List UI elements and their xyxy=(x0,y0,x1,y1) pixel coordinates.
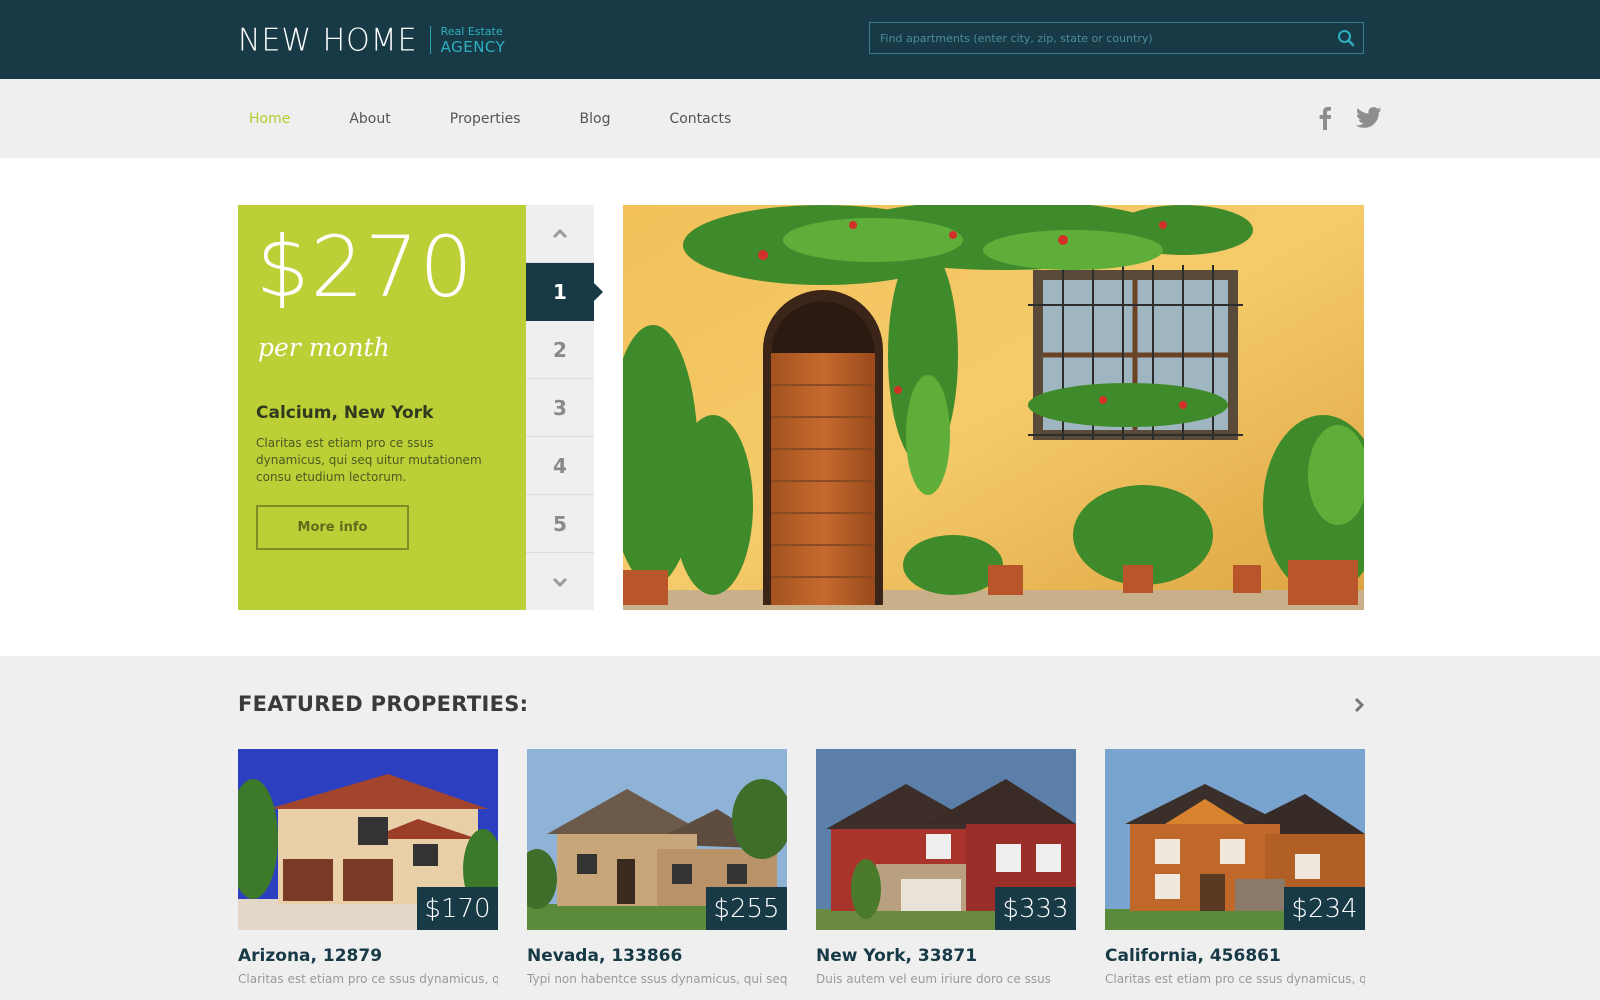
twitter-link[interactable] xyxy=(1354,103,1384,133)
social-links xyxy=(1296,103,1384,133)
hero-per-month: per month xyxy=(258,333,390,362)
logo-subtitle: Real Estate AGENCY xyxy=(441,26,506,55)
property-title[interactable]: New York, 33871 xyxy=(816,946,1076,966)
pager-item-3[interactable]: 3 xyxy=(526,379,594,437)
facebook-icon xyxy=(1319,106,1332,130)
property-price-badge: $333 xyxy=(995,887,1076,930)
property-price-badge: $234 xyxy=(1284,887,1365,930)
slide-pager: 1 2 3 4 5 xyxy=(526,205,603,610)
featured-next-button[interactable] xyxy=(1348,694,1370,716)
property-description: Claritas est etiam pro ce ssus dynamicus… xyxy=(238,972,498,986)
property-photo[interactable]: $255 xyxy=(527,749,787,930)
hero-description: Claritas est etiam pro ce ssus dynamicus… xyxy=(256,436,482,484)
pager-item-5[interactable]: 5 xyxy=(526,495,594,553)
pager-down-button[interactable] xyxy=(526,553,594,610)
nav-item-about[interactable]: About xyxy=(349,111,390,127)
top-header: NEW HOME Real Estate AGENCY xyxy=(0,0,1600,79)
chevron-down-icon xyxy=(552,577,568,587)
pager-up-button[interactable] xyxy=(526,205,594,263)
logo-separator xyxy=(429,26,431,54)
facebook-link[interactable] xyxy=(1310,103,1340,133)
property-photo[interactable]: $333 xyxy=(816,749,1076,930)
house-front-illustration xyxy=(623,205,1364,610)
search-button[interactable] xyxy=(1329,23,1363,53)
property-title[interactable]: Arizona, 12879 xyxy=(238,946,498,966)
chevron-right-icon xyxy=(1354,697,1365,713)
property-title[interactable]: California, 456861 xyxy=(1105,946,1365,966)
pager-item-1[interactable]: 1 xyxy=(526,263,603,321)
pager-item-2[interactable]: 2 xyxy=(526,321,594,379)
property-card-3[interactable]: $333 New York, 33871 Duis autem vel eum … xyxy=(816,749,1076,986)
main-nav: Home About Properties Blog Contacts xyxy=(249,79,790,158)
property-photo[interactable]: $234 xyxy=(1105,749,1365,930)
hero-price: $270 xyxy=(256,218,474,316)
logo-sub-line2: AGENCY xyxy=(440,37,506,56)
nav-bar: Home About Properties Blog Contacts xyxy=(0,79,1600,158)
nav-item-contacts[interactable]: Contacts xyxy=(669,111,731,127)
hero-image xyxy=(623,205,1364,610)
property-description: Duis autem vel eum iriure doro ce ssus xyxy=(816,972,1051,986)
logo-main-text: NEW HOME xyxy=(238,21,418,59)
featured-title: FEATURED PROPERTIES: xyxy=(238,692,529,716)
chevron-up-icon xyxy=(552,228,568,238)
logo-sub-line1: Real Estate xyxy=(440,24,503,38)
search-bar xyxy=(869,22,1364,54)
property-description: Typi non habentce ssus dynamicus, qui se… xyxy=(527,972,787,986)
property-price-badge: $255 xyxy=(706,887,787,930)
nav-item-home[interactable]: Home xyxy=(249,111,290,127)
search-input[interactable] xyxy=(870,23,1329,53)
search-icon xyxy=(1338,30,1355,47)
logo[interactable]: NEW HOME Real Estate AGENCY xyxy=(238,20,505,60)
featured-section: FEATURED PROPERTIES: $170 Arizona, 12879… xyxy=(0,656,1600,1000)
more-info-button[interactable]: More info xyxy=(256,505,409,550)
promo-panel: $270 per month Calcium, New York Clarita… xyxy=(238,205,526,610)
property-title[interactable]: Nevada, 133866 xyxy=(527,946,787,966)
property-card-1[interactable]: $170 Arizona, 12879 Claritas est etiam p… xyxy=(238,749,498,986)
property-price-badge: $170 xyxy=(417,887,498,930)
property-card-2[interactable]: $255 Nevada, 133866 Typi non habentce ss… xyxy=(527,749,787,986)
twitter-icon xyxy=(1356,107,1382,128)
nav-item-properties[interactable]: Properties xyxy=(450,111,521,127)
hero-location: Calcium, New York xyxy=(256,403,434,423)
property-card-4[interactable]: $234 California, 456861 Claritas est eti… xyxy=(1105,749,1365,986)
nav-item-blog[interactable]: Blog xyxy=(580,111,611,127)
property-photo[interactable]: $170 xyxy=(238,749,498,930)
property-description: Claritas est etiam pro ce ssus dynamicus… xyxy=(1105,972,1365,986)
pager-item-4[interactable]: 4 xyxy=(526,437,594,495)
